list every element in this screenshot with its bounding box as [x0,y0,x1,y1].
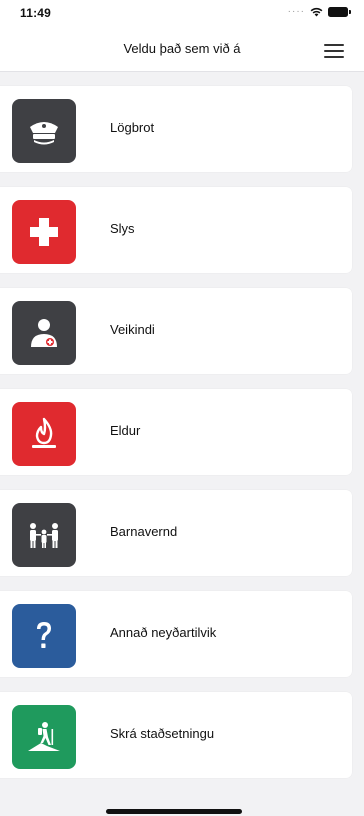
sick-person-icon [12,301,76,365]
hamburger-menu-icon[interactable] [324,43,344,59]
list-item-logbrot[interactable]: Lögbrot [0,86,352,172]
list-item-label: Annað neyðartilvik [110,625,217,640]
list-item-label: Eldur [110,423,141,438]
list-item-label: Veikindi [110,322,155,337]
nav-bar: Veldu það sem við á [0,28,364,72]
question-mark-icon [12,604,76,668]
home-indicator[interactable] [106,809,242,814]
status-icons: ···· [287,6,351,17]
status-time: 11:49 [20,6,52,20]
page-title: Veldu það sem við á [123,41,241,56]
wifi-icon [310,7,323,17]
list-item-veikindi[interactable]: Veikindi [0,288,352,374]
hiker-icon [12,705,76,769]
fire-icon [12,402,76,466]
list-item-skra-stadsetningu[interactable]: Skrá staðsetningu [0,692,352,778]
signal-icon: ···· [287,6,305,17]
list-item-slys[interactable]: Slys [0,187,352,273]
list-item-label: Barnavernd [110,524,178,539]
police-cap-icon [12,99,76,163]
list-item-eldur[interactable]: Eldur [0,389,352,475]
list-item-label: Skrá staðsetningu [110,726,215,741]
status-bar: 11:49 ···· [0,0,364,28]
battery-icon [328,7,351,17]
list-item-barnavernd[interactable]: Barnavernd [0,490,352,576]
family-icon [12,503,76,567]
list-item-label: Lögbrot [110,120,155,135]
list-item-label: Slys [110,221,135,236]
first-aid-cross-icon [12,200,76,264]
list-item-annad-neydartilvik[interactable]: Annað neyðartilvik [0,591,352,677]
